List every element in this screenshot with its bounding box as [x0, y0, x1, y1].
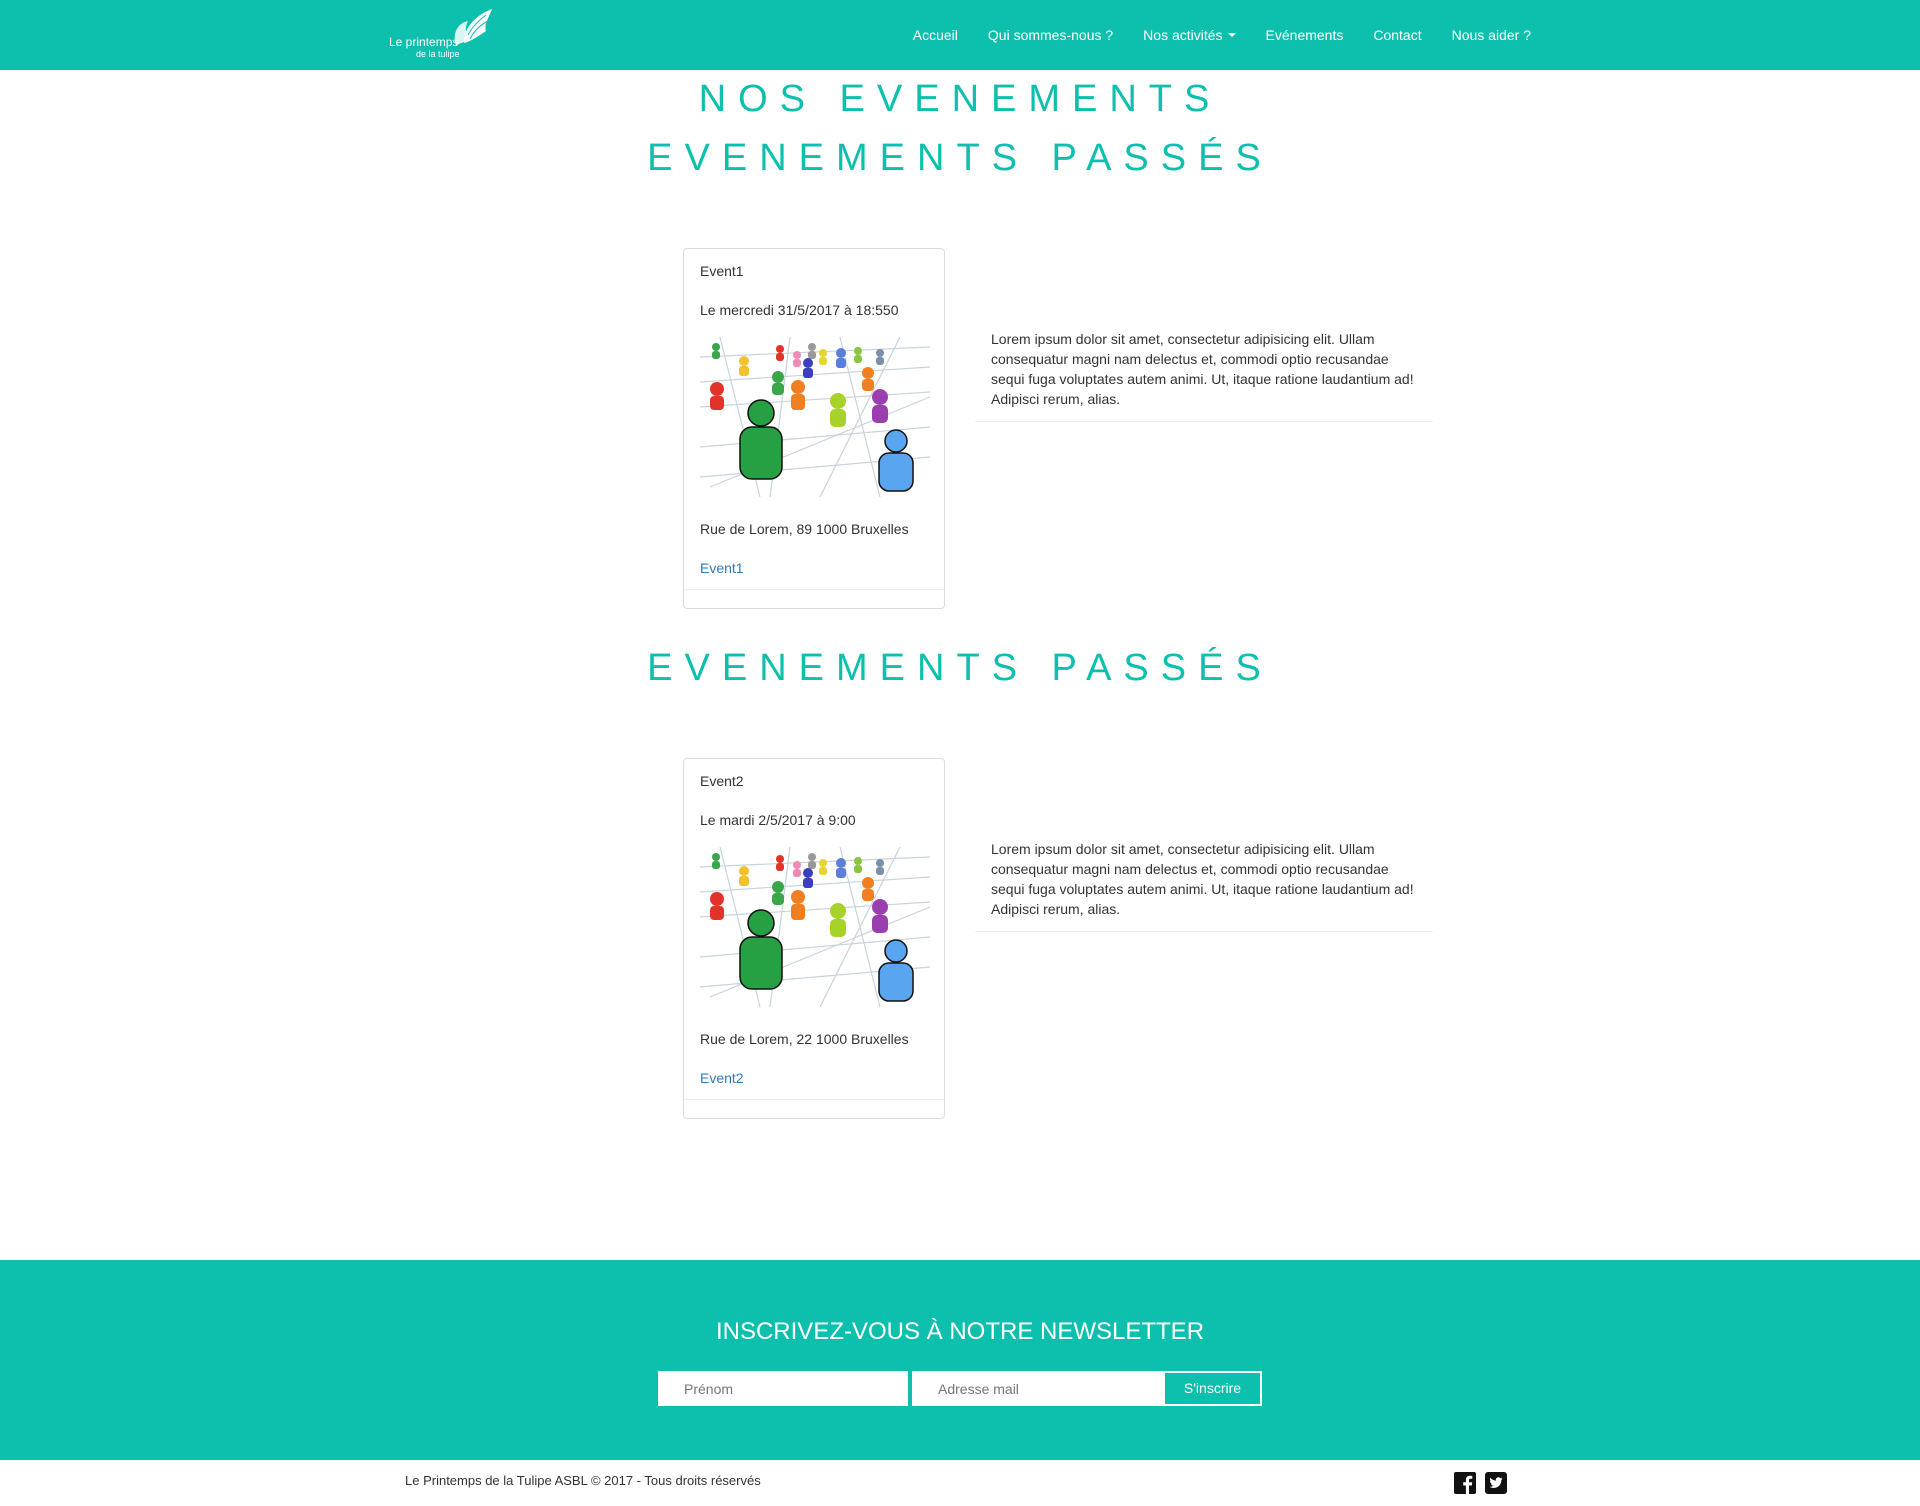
footer: Le Printemps de la Tulipe ASBL © 2017 - …: [0, 1460, 1920, 1506]
twitter-icon[interactable]: [1485, 1472, 1507, 1494]
nav-item-evenements[interactable]: Evénements: [1251, 0, 1359, 70]
nav-item-nos-activites-label: Nos activités: [1143, 27, 1223, 43]
card-footer: [684, 589, 944, 590]
event-card: Event2 Le mardi 2/5/2017 à 9:00 Rue de L…: [683, 758, 945, 1119]
subscribe-button[interactable]: S'inscrire: [1163, 1371, 1262, 1406]
newsletter-title: INSCRIVEZ-VOUS À NOTRE NEWSLETTER: [715, 1318, 1205, 1345]
copyright-text: Le Printemps de la Tulipe ASBL © 2017 - …: [405, 1473, 761, 1488]
event-network-image: [700, 337, 930, 497]
event-address: Rue de Lorem, 22 1000 Bruxelles: [700, 1031, 909, 1047]
event-link[interactable]: Event2: [700, 1070, 744, 1086]
event-title: Event2: [700, 773, 744, 789]
event-description: Lorem ipsum dolor sit amet, consectetur …: [975, 329, 1433, 422]
facebook-icon[interactable]: [1454, 1472, 1476, 1494]
wing-icon: [454, 9, 492, 45]
caret-down-icon: [1227, 33, 1236, 37]
page-title: NOS EVENEMENTS: [698, 78, 1222, 120]
nav-item-contact[interactable]: Contact: [1358, 0, 1436, 70]
nav-item-accueil[interactable]: Accueil: [898, 0, 973, 70]
nav-item-qui-sommes-nous[interactable]: Qui sommes-nous ?: [973, 0, 1128, 70]
event-address: Rue de Lorem, 89 1000 Bruxelles: [700, 521, 909, 537]
event-card: Event1 Le mercredi 31/5/2017 à 18:550 Ru…: [683, 248, 945, 609]
section-heading: EVENEMENTS PASSÉS: [647, 137, 1273, 179]
site-logo[interactable]: Le printemps de la tulipe: [386, 9, 496, 63]
nav-item-nous-aider[interactable]: Nous aider ?: [1437, 0, 1546, 70]
card-footer: [684, 1099, 944, 1100]
section-heading: EVENEMENTS PASSÉS: [647, 647, 1273, 689]
event-date: Le mercredi 31/5/2017 à 18:550: [700, 302, 899, 318]
logo-text: Le printemps: [389, 35, 459, 49]
logo-subtext: de la tulipe: [416, 49, 460, 59]
event-network-image: [700, 847, 930, 1007]
top-navbar: Le printemps de la tulipe Accueil Qui so…: [0, 0, 1920, 70]
event-date: Le mardi 2/5/2017 à 9:00: [700, 812, 856, 828]
event-link[interactable]: Event1: [700, 560, 744, 576]
firstname-input[interactable]: [658, 1371, 908, 1406]
event-title: Event1: [700, 263, 744, 279]
nav-item-nos-activites[interactable]: Nos activités: [1128, 0, 1250, 70]
event-description: Lorem ipsum dolor sit amet, consectetur …: [975, 839, 1433, 932]
email-input[interactable]: [912, 1371, 1163, 1406]
newsletter-section: INSCRIVEZ-VOUS À NOTRE NEWSLETTER S'insc…: [0, 1260, 1920, 1460]
main-nav: Accueil Qui sommes-nous ? Nos activités …: [898, 0, 1546, 70]
